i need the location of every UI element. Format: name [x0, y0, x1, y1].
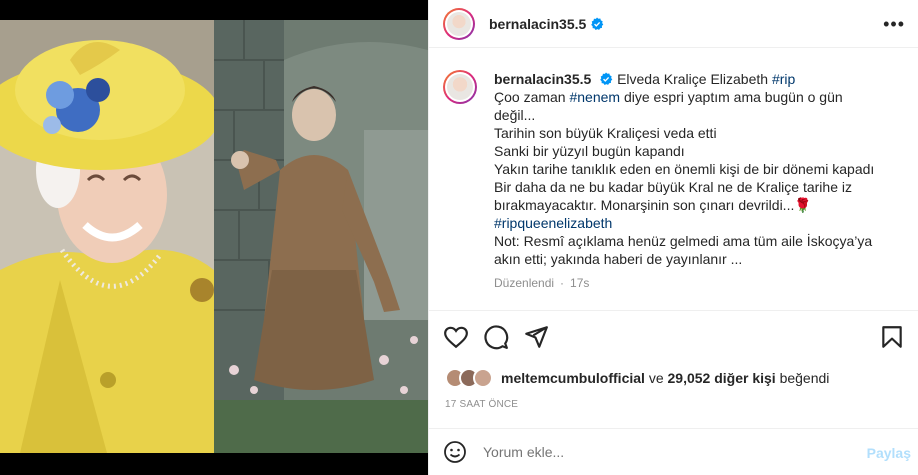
hashtag-ripqueenelizabeth[interactable]: #ripqueenelizabeth — [494, 214, 899, 232]
photo-queen-yellow-hat — [0, 20, 214, 453]
caption-line-8: bırakmayacaktır. Monarşinin son çınarı d… — [494, 197, 812, 213]
author-avatar[interactable] — [443, 7, 475, 40]
caption-line-10: Not: Resmî açıklama henüz gelmedi ama tü… — [494, 233, 873, 249]
action-bar — [429, 322, 918, 354]
author-username[interactable]: bernalacin35.5 — [489, 16, 586, 32]
caption: bernalacin35.5 Elveda Kraliçe Elizabeth … — [429, 60, 918, 310]
liker-avatars[interactable] — [445, 368, 493, 388]
caption-line-5: Sanki bir yüzyıl bugün kapandı — [494, 143, 685, 159]
hashtag-rip[interactable]: #rip — [772, 71, 795, 87]
media-letterbox-top — [0, 0, 428, 20]
bookmark-icon[interactable] — [879, 324, 905, 350]
caption-line-3: değil... — [494, 107, 536, 123]
verified-badge-icon — [600, 72, 613, 85]
heart-icon[interactable] — [443, 324, 469, 350]
emoji-icon[interactable] — [443, 440, 467, 464]
caption-line-1: Elveda Kraliçe Elizabeth — [617, 71, 769, 87]
caption-text: bernalacin35.5 Elveda Kraliçe Elizabeth … — [494, 70, 899, 268]
top-liker-username[interactable]: meltemcumbulofficial — [501, 370, 645, 386]
edited-label: Düzenlendi — [494, 276, 555, 290]
comment-composer: Paylaş — [429, 429, 918, 475]
post-comment-button[interactable]: Paylaş — [867, 445, 911, 461]
instagram-post-view: bernalacin35.5 ••• bernalacin35.5 Elveda… — [0, 0, 918, 475]
post-timestamp[interactable]: 17 SAAT ÖNCE — [445, 399, 518, 410]
post-header: bernalacin35.5 ••• — [429, 0, 918, 48]
caption-line-4: Tarihin son büyük Kraliçesi veda etti — [494, 125, 717, 141]
share-icon[interactable] — [523, 324, 549, 350]
post-side-panel: bernalacin35.5 ••• bernalacin35.5 Elveda… — [428, 0, 918, 475]
post-media[interactable] — [0, 0, 428, 475]
caption-line-6: Yakın tarihe tanıklık eden en önemli kiş… — [494, 161, 875, 177]
media-letterbox-bottom — [0, 453, 428, 475]
likes-summary: meltemcumbulofficial ve 29,052 diğer kiş… — [445, 366, 829, 390]
caption-line-11: akın etti; yakında haberi de yayınlanır … — [494, 251, 743, 267]
caption-age[interactable]: 17s — [570, 276, 589, 290]
more-options-icon[interactable]: ••• — [883, 14, 905, 35]
likes-count[interactable]: 29,052 diğer kişi — [668, 370, 776, 386]
comment-input[interactable] — [483, 444, 833, 460]
caption-meta: Düzenlendi · 17s — [494, 276, 595, 290]
caption-username[interactable]: bernalacin35.5 — [494, 71, 591, 87]
caption-line-7: Bir daha da ne bu kadar büyük Kral ne de… — [494, 179, 852, 195]
caption-author-avatar[interactable] — [443, 70, 477, 104]
hashtag-nenem[interactable]: #nenem — [569, 89, 620, 105]
meta-separator: · — [560, 276, 565, 290]
liker-avatar — [473, 368, 493, 388]
verified-badge-icon — [591, 16, 604, 30]
comment-icon[interactable] — [483, 324, 509, 350]
caption-line-2-post: diye espri yaptım ama bugün o gün — [623, 89, 843, 105]
photo-young-queen-garden — [214, 20, 428, 453]
likes-liked: beğendi — [779, 370, 830, 386]
divider — [429, 310, 918, 311]
caption-line-2-pre: Çoo zaman — [494, 89, 566, 105]
likes-and: ve — [648, 370, 664, 386]
